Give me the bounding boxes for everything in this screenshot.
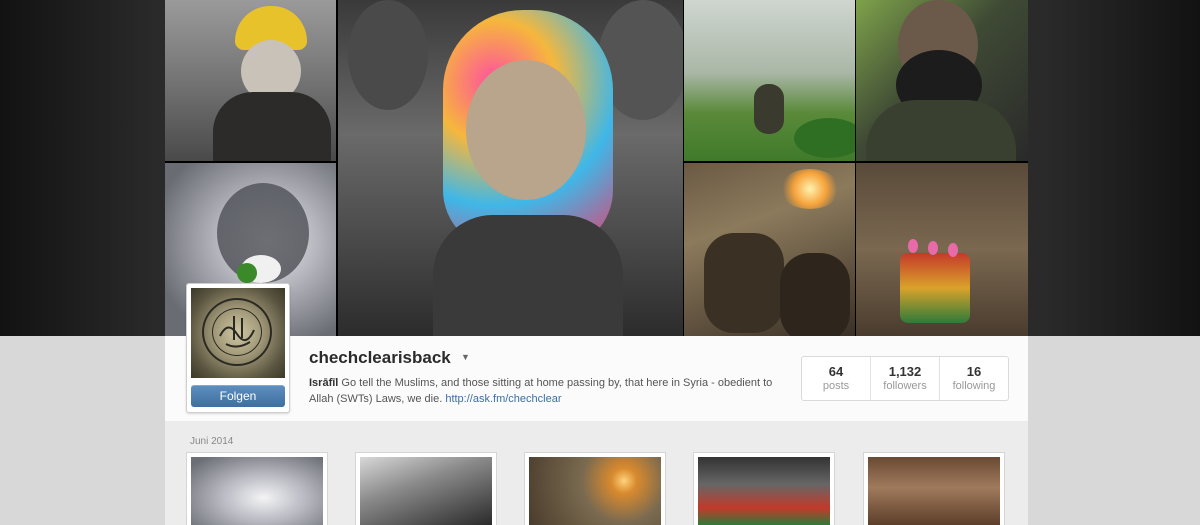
cover-photo-mosaic [165,0,1028,336]
posts-stat[interactable]: 64 posts [802,357,870,400]
cover-photo-3[interactable] [338,0,683,336]
following-count: 16 [966,364,982,379]
feed-photo-1[interactable] [186,452,328,525]
cover-photo-5[interactable] [856,0,1028,161]
bio-name: Isrāfīl [309,377,339,389]
posts-count: 64 [828,364,844,379]
feed-photo-5[interactable] [863,452,1005,525]
profile-avatar-card: Folgen [186,283,290,413]
profile-bio: Isrāfīl Go tell the Muslims, and those s… [309,375,779,407]
posts-label: posts [822,380,850,392]
followers-count: 1,132 [888,364,922,379]
profile-stats: 64 posts 1,132 followers 16 following [801,356,1009,401]
feed-photo-3[interactable] [524,452,666,525]
followers-stat[interactable]: 1,132 followers [870,357,939,400]
follow-button[interactable]: Folgen [191,385,285,407]
calligraphy-mark [219,316,255,348]
cover-photo-6[interactable] [684,163,855,336]
calligraphy-seal-logo [202,298,272,366]
cover-photo-4[interactable] [684,0,855,161]
profile-username[interactable]: chechclearisback [309,348,451,368]
feed-photo-4[interactable] [693,452,835,525]
following-label: following [952,380,996,392]
cover-photo-7[interactable] [856,163,1028,336]
feed-photo-2[interactable] [355,452,497,525]
avatar[interactable] [191,288,285,378]
feed-month-label: Juni 2014 [190,436,234,447]
chevron-down-icon[interactable]: ▼ [461,352,470,362]
following-stat[interactable]: 16 following [939,357,1008,400]
cover-photo-1[interactable] [165,0,336,161]
followers-label: followers [883,380,927,392]
bio-link[interactable]: http://ask.fm/chechclear [445,393,561,405]
